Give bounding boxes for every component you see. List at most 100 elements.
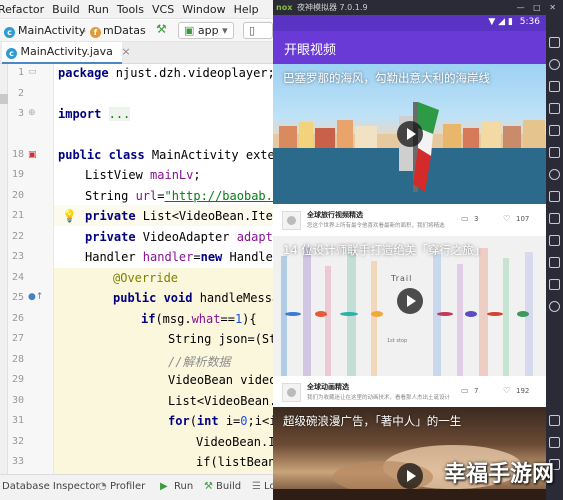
hammer-icon[interactable]: ⚒ <box>156 22 167 36</box>
run-configuration-select[interactable]: ▣ app ▾ <box>178 22 234 39</box>
like-count: 192 <box>516 387 530 395</box>
profiler-tab[interactable]: Profiler <box>110 481 145 492</box>
line-number: 21 <box>11 210 24 221</box>
tab-mainactivity[interactable]: c MainActivity.java × <box>2 42 131 64</box>
shake-icon[interactable] <box>549 213 560 224</box>
back-icon[interactable] <box>549 415 560 426</box>
device-select[interactable]: ▯ <box>243 22 273 39</box>
phone-icon: ▯ <box>249 24 256 37</box>
chevron-down-icon: ▾ <box>222 24 228 37</box>
code-line-26: if(msg.what==1){ <box>141 312 257 326</box>
video-thumbnail[interactable]: 巴塞罗那的海风，勾勒出意大利的海岸线 <box>273 64 546 204</box>
play-icon[interactable] <box>397 463 423 489</box>
code-line-18: public class MainActivity extend <box>58 148 273 162</box>
build-tab[interactable]: Build <box>216 481 241 492</box>
class-icon: c <box>4 24 15 38</box>
code-line-3: import ... <box>58 107 131 121</box>
code-line-25: public void handleMessag <box>113 291 273 305</box>
author-desc: 我们为收藏迷让在这里的动画技术，看看那人杰出土诞设计 <box>307 395 451 401</box>
video-card[interactable]: 14 位设计师联手打造绝美「穿行之旅」 Trail 1st stop 全球动画精… <box>273 236 546 411</box>
keyboard-icon[interactable] <box>549 37 560 48</box>
android-layout-icon[interactable]: ▣ <box>28 150 37 160</box>
line-number: 27 <box>11 333 24 344</box>
tool-window-marker[interactable] <box>0 94 8 104</box>
rotate-icon[interactable] <box>549 235 560 246</box>
avatar[interactable] <box>282 211 301 230</box>
comment-icon[interactable]: ▭ <box>461 214 469 223</box>
window-controls[interactable]: — □ ✕ <box>517 0 559 15</box>
fold-icon[interactable]: ⊕ <box>28 108 36 118</box>
play-icon[interactable] <box>397 121 423 147</box>
code-line-28: //解析数据 <box>168 355 231 369</box>
video-title: 巴塞罗那的海风，勾勒出意大利的海岸线 <box>283 71 490 85</box>
video-thumbnail[interactable]: 14 位设计师联手打造绝美「穿行之旅」 Trail 1st stop <box>273 236 546 376</box>
nox-logo: nox <box>276 3 293 12</box>
avatar[interactable] <box>282 383 301 402</box>
volume-icon[interactable] <box>549 103 560 114</box>
menu-tools[interactable]: Tools <box>113 3 148 16</box>
home-icon[interactable] <box>549 437 560 448</box>
art-title: Trail <box>391 274 413 283</box>
comment-icon[interactable]: ▭ <box>461 386 469 395</box>
line-number: 32 <box>11 436 24 447</box>
android-icon: ▣ <box>184 24 195 37</box>
file-share-icon[interactable] <box>549 257 560 268</box>
close-icon[interactable]: × <box>121 45 130 58</box>
run-configuration-label: app <box>197 24 219 37</box>
video-card[interactable]: 巴塞罗那的海风，勾勒出意大利的海岸线 全球旅行视频精选 您这个世界上所有最令他喜… <box>273 64 546 239</box>
emulator-title: 夜神模拟器 7.0.1.9 <box>297 3 368 12</box>
line-number: 29 <box>11 374 24 385</box>
code-line-21: private List<VideoBean.Item <box>85 209 273 223</box>
screenshot-icon[interactable] <box>549 81 560 92</box>
play-icon[interactable] <box>397 288 423 314</box>
menu-window[interactable]: Window <box>178 3 229 16</box>
menu-build[interactable]: Build <box>48 3 84 16</box>
code-line-29: VideoBean videoB <box>168 373 273 387</box>
tab-label: MainActivity.java <box>20 45 113 58</box>
breadcrumb-field[interactable]: mDatas <box>103 24 146 37</box>
author-name: 全球旅行视频精选 <box>307 211 363 219</box>
database-inspector-tab[interactable]: Database Inspector <box>2 481 100 492</box>
like-icon[interactable]: ♡ <box>503 214 510 223</box>
menu-run[interactable]: Run <box>84 3 113 16</box>
author-name: 全球动画精选 <box>307 383 349 391</box>
logcat-tab[interactable]: Lo <box>264 481 273 492</box>
status-time: 5:36 <box>519 17 540 27</box>
override-icon[interactable]: ●↑ <box>28 292 43 302</box>
line-number: 20 <box>11 190 24 201</box>
macro-icon[interactable] <box>549 279 560 290</box>
lightbulb-icon[interactable]: 💡 <box>62 209 77 223</box>
line-number: 2 <box>17 88 24 99</box>
emulator-toolbar <box>546 15 563 500</box>
menu-refactor[interactable]: Refactor <box>0 3 48 16</box>
fullscreen-icon[interactable] <box>549 147 560 158</box>
more-icon[interactable] <box>549 301 560 312</box>
code-line-31: for(int i=0;i<i <box>168 414 273 428</box>
status-icons: ▼ ◢ ▮ 5:36 <box>488 17 540 27</box>
emulator-title-bar: nox 夜神模拟器 7.0.1.9 — □ ✕ <box>273 0 563 15</box>
line-number: 18 <box>11 149 24 160</box>
code-line-22: private VideoAdapter adapte <box>85 230 273 244</box>
menu-vcs[interactable]: VCS <box>148 3 178 16</box>
like-icon[interactable]: ♡ <box>503 386 510 395</box>
comment-count: 3 <box>474 215 479 223</box>
code-line-27: String json=(St <box>168 332 273 346</box>
run-tab[interactable]: Run <box>174 481 193 492</box>
location-icon[interactable] <box>549 59 560 70</box>
fold-icon[interactable]: ▭ <box>28 67 37 77</box>
video-meta: 全球动画精选 我们为收藏迷让在这里的动画技术，看看那人杰出土诞设计 ▭ 7 ♡ … <box>273 376 546 409</box>
multi-instance-icon[interactable] <box>549 191 560 202</box>
line-number: 26 <box>11 313 24 324</box>
breadcrumb-class[interactable]: MainActivity <box>18 24 85 37</box>
record-icon[interactable] <box>549 169 560 180</box>
code-line-24: @Override <box>113 271 179 285</box>
line-number: 28 <box>11 354 24 365</box>
menu-help[interactable]: Help <box>230 3 263 16</box>
tool-window-bar: Database Inspector ◔ Profiler ▶ Run ⚒ Bu… <box>0 474 273 500</box>
line-number: 23 <box>11 251 24 262</box>
site-watermark: 幸福手游网 <box>444 462 555 487</box>
video-title: 超级碗浪漫广告，「著中人」的一生 <box>283 414 462 428</box>
app-bar: 开眼视频 <box>273 31 546 64</box>
apk-install-icon[interactable] <box>549 125 560 136</box>
line-number: 33 <box>11 456 24 467</box>
